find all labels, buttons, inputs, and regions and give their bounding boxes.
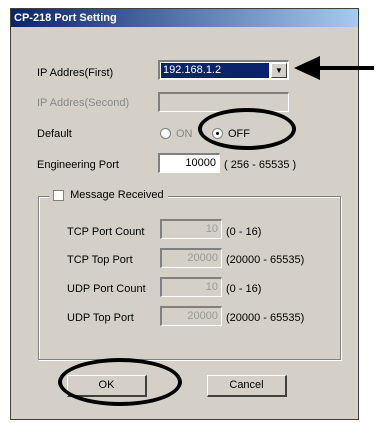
off-highlight-ellipse — [198, 108, 296, 150]
engineering-port-range: ( 256 - 65535 ) — [224, 159, 297, 171]
arrow-left-icon — [294, 56, 374, 80]
tcp-top-port-label: TCP Top Port — [67, 254, 133, 266]
engineering-port-value: 10000 — [185, 157, 216, 169]
ip-first-dropdown[interactable]: 192.168.1.2 ▼ — [158, 60, 289, 80]
ok-highlight-ellipse — [58, 358, 182, 406]
engineering-port-field[interactable]: 10000 — [158, 153, 220, 173]
default-on-radio[interactable] — [160, 128, 171, 139]
udp-top-port-field[interactable]: 20000 — [160, 306, 222, 326]
ip-second-field[interactable] — [158, 92, 289, 112]
tcp-top-port-field[interactable]: 20000 — [160, 248, 222, 268]
tcp-port-count-field[interactable]: 10 — [160, 219, 222, 239]
udp-port-count-label: UDP Port Count — [67, 283, 146, 295]
udp-top-port-range: (20000 - 65535) — [226, 312, 305, 324]
chevron-down-icon[interactable]: ▼ — [271, 63, 287, 78]
tcp-port-count-range: (0 - 16) — [226, 226, 262, 238]
ip-first-value: 192.168.1.2 — [161, 63, 269, 78]
tcp-port-count-label: TCP Port Count — [67, 226, 145, 238]
default-on-label: ON — [176, 128, 193, 140]
ip-second-label: IP Addres(Second) — [37, 97, 130, 109]
udp-port-count-range: (0 - 16) — [226, 283, 262, 295]
udp-port-count-value: 10 — [205, 281, 218, 293]
message-received-checkbox[interactable] — [53, 189, 64, 201]
tcp-top-port-value: 20000 — [187, 252, 218, 264]
engineering-port-label: Engineering Port — [37, 159, 119, 171]
udp-port-count-field[interactable]: 10 — [160, 277, 222, 297]
default-label: Default — [37, 128, 72, 140]
tcp-port-count-value: 10 — [205, 223, 218, 235]
udp-top-port-label: UDP Top Port — [67, 312, 134, 324]
message-received-header: Message Received — [49, 189, 168, 203]
tcp-top-port-range: (20000 - 65535) — [226, 254, 305, 266]
window-title: CP-218 Port Setting — [11, 9, 358, 27]
udp-top-port-value: 20000 — [187, 310, 218, 322]
message-received-label: Message Received — [70, 189, 164, 202]
ip-first-label: IP Addres(First) — [37, 67, 114, 79]
cancel-button[interactable]: Cancel — [207, 375, 287, 397]
